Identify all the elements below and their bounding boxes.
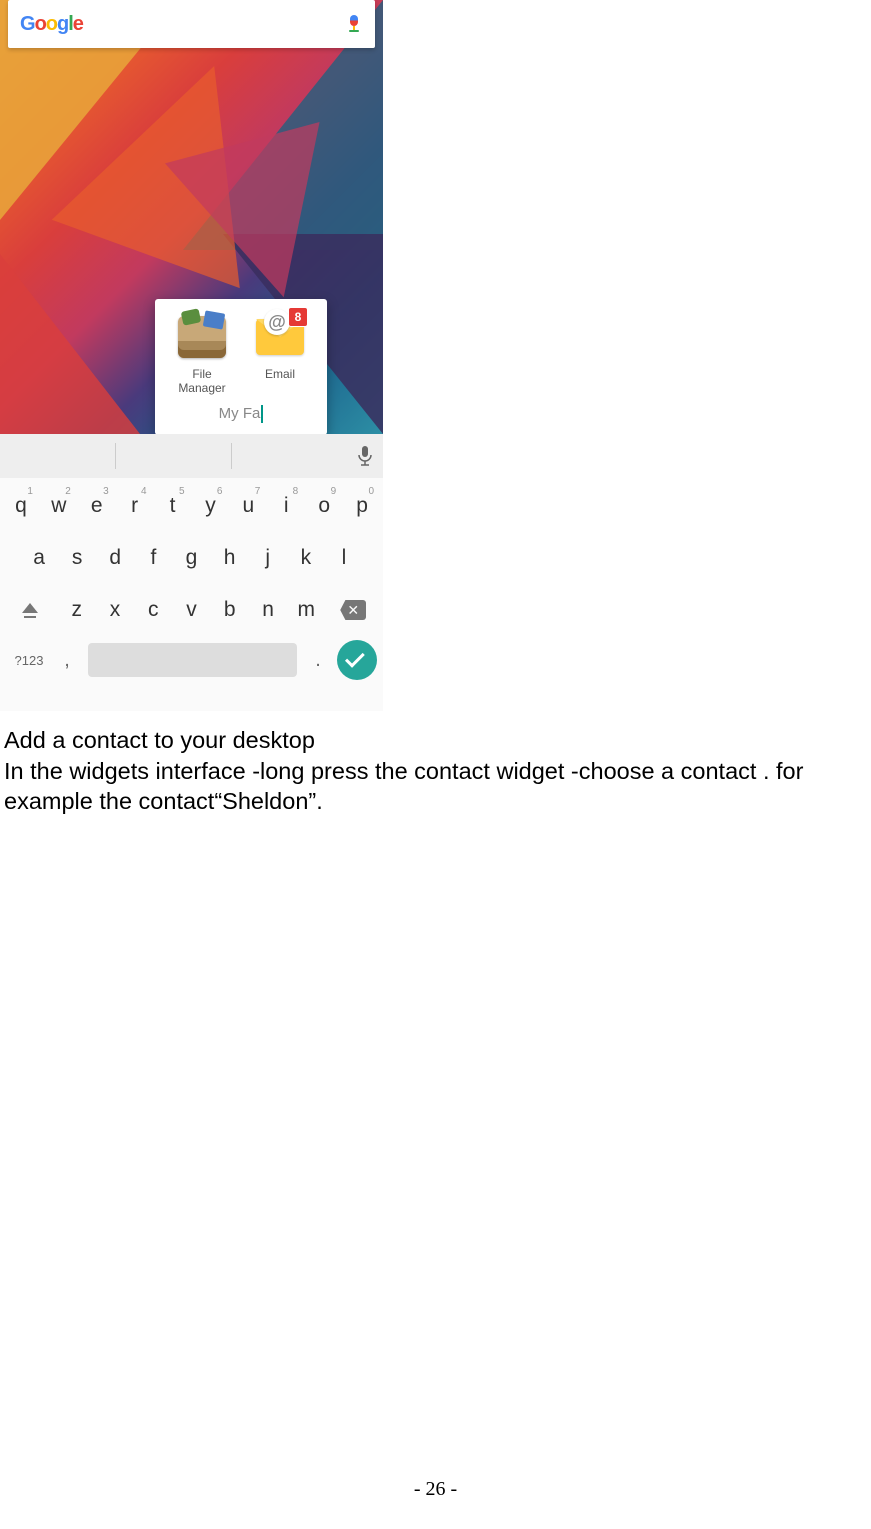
folder-popup: File Manager @ 8 Email My Fa bbox=[155, 299, 327, 435]
key-e[interactable]: 3e bbox=[79, 484, 115, 528]
key-u[interactable]: 7u bbox=[230, 484, 266, 528]
period-key[interactable]: . bbox=[303, 649, 333, 672]
app-label: Email bbox=[265, 367, 295, 381]
key-x[interactable]: x bbox=[97, 588, 133, 632]
key-j[interactable]: j bbox=[250, 536, 286, 580]
voice-search-icon[interactable] bbox=[345, 15, 363, 33]
app-label: File Manager bbox=[167, 367, 237, 395]
comma-key[interactable]: , bbox=[52, 649, 82, 672]
key-d[interactable]: d bbox=[97, 536, 133, 580]
key-t[interactable]: 5t bbox=[155, 484, 191, 528]
key-q[interactable]: 1q bbox=[3, 484, 39, 528]
symbols-key[interactable]: ?123 bbox=[6, 653, 52, 668]
backspace-key[interactable]: ✕ bbox=[326, 588, 380, 632]
key-k[interactable]: k bbox=[288, 536, 324, 580]
shift-key[interactable] bbox=[3, 588, 57, 632]
google-logo: Google bbox=[20, 13, 83, 36]
key-i[interactable]: 8i bbox=[268, 484, 304, 528]
key-row-3: zxcvbnm ✕ bbox=[2, 588, 381, 632]
key-n[interactable]: n bbox=[250, 588, 286, 632]
key-h[interactable]: h bbox=[212, 536, 248, 580]
key-p[interactable]: 0p bbox=[344, 484, 380, 528]
key-row-1: 1q2w3e4r5t6y7u8i9o0p bbox=[2, 484, 381, 528]
app-email[interactable]: @ 8 Email bbox=[245, 311, 315, 395]
soft-keyboard: 1q2w3e4r5t6y7u8i9o0p asdfghjkl zxcvbnm ✕… bbox=[0, 434, 383, 711]
app-file-manager[interactable]: File Manager bbox=[167, 311, 237, 395]
shift-icon bbox=[22, 603, 38, 613]
key-y[interactable]: 6y bbox=[193, 484, 229, 528]
check-icon bbox=[345, 648, 365, 668]
key-o[interactable]: 9o bbox=[306, 484, 342, 528]
key-m[interactable]: m bbox=[288, 588, 324, 632]
section-heading: Add a contact to your desktop bbox=[4, 725, 867, 756]
text-cursor bbox=[261, 405, 263, 423]
section-body: In the widgets interface -long press the… bbox=[4, 756, 867, 817]
backspace-icon: ✕ bbox=[340, 600, 366, 620]
key-f[interactable]: f bbox=[135, 536, 171, 580]
key-v[interactable]: v bbox=[173, 588, 209, 632]
key-z[interactable]: z bbox=[59, 588, 95, 632]
phone-screenshot: Google File Manager @ 8 Email My Fa bbox=[0, 0, 383, 711]
key-r[interactable]: 4r bbox=[117, 484, 153, 528]
key-c[interactable]: c bbox=[135, 588, 171, 632]
suggestion-bar bbox=[0, 434, 383, 478]
key-s[interactable]: s bbox=[59, 536, 95, 580]
folder-name-input[interactable]: My Fa bbox=[155, 395, 327, 435]
key-g[interactable]: g bbox=[173, 536, 209, 580]
notification-badge: 8 bbox=[288, 307, 308, 327]
document-text: Add a contact to your desktop In the wid… bbox=[0, 711, 871, 817]
file-manager-icon bbox=[178, 316, 226, 358]
space-key[interactable] bbox=[88, 643, 297, 677]
page-number: - 26 - bbox=[0, 1478, 871, 1501]
key-row-2: asdfghjkl bbox=[2, 536, 381, 580]
key-a[interactable]: a bbox=[21, 536, 57, 580]
google-search-bar[interactable]: Google bbox=[8, 0, 375, 48]
enter-key[interactable] bbox=[337, 640, 377, 680]
key-b[interactable]: b bbox=[212, 588, 248, 632]
keyboard-mic-icon[interactable] bbox=[347, 446, 383, 466]
key-l[interactable]: l bbox=[326, 536, 362, 580]
key-w[interactable]: 2w bbox=[41, 484, 77, 528]
